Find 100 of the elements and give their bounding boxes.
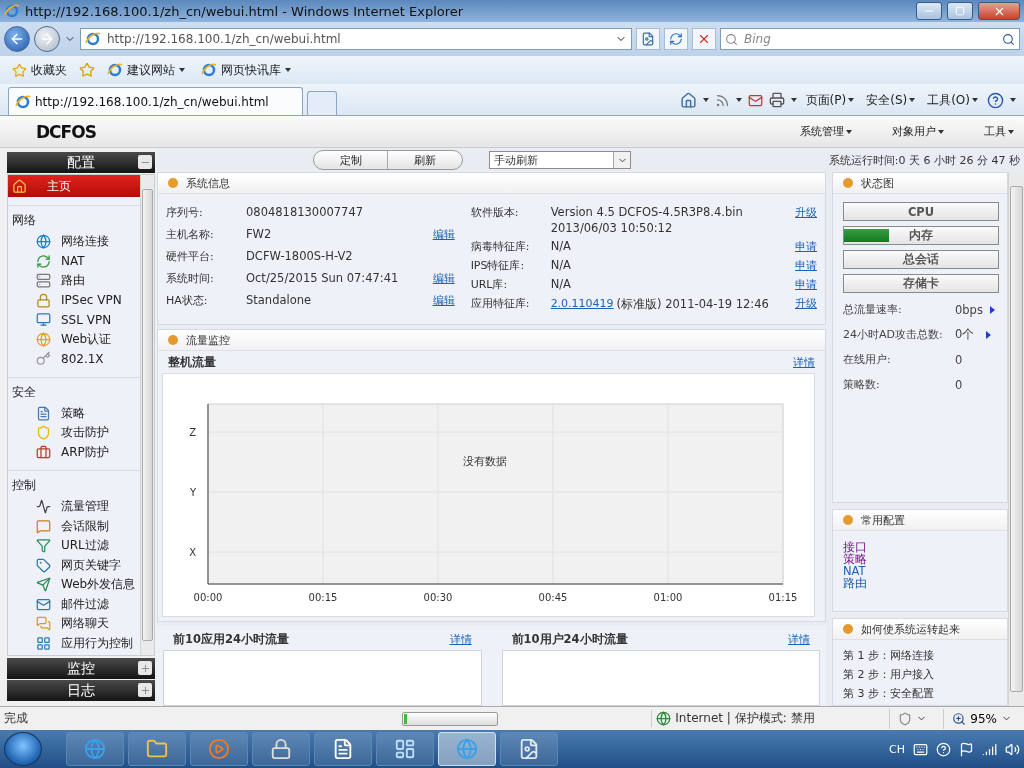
nav-item[interactable]: 应用行为控制 — [8, 633, 140, 653]
feed-icon[interactable] — [714, 92, 730, 108]
nav-item[interactable]: 网络连接 — [8, 232, 140, 252]
taskbar-button[interactable] — [128, 732, 186, 766]
start-button[interactable] — [4, 732, 42, 766]
help-icon[interactable] — [987, 91, 1004, 109]
stop-button[interactable] — [692, 28, 716, 50]
config-link[interactable]: 路由 — [843, 577, 867, 589]
arrow-icon[interactable] — [985, 330, 991, 339]
nav-item[interactable]: 流量管理 — [8, 497, 140, 517]
details-link[interactable]: 详情 — [449, 631, 472, 648]
compatibility-button[interactable] — [636, 28, 660, 50]
bullet-icon — [168, 335, 178, 345]
action-link[interactable]: 编辑 — [432, 270, 455, 287]
toolbar-button[interactable]: 刷新 — [388, 151, 462, 169]
maximize-button[interactable] — [947, 2, 973, 20]
maximize-icon — [955, 6, 965, 16]
back-button[interactable] — [4, 26, 30, 52]
search-field[interactable]: Bing — [742, 31, 998, 47]
config-link[interactable]: 策略 — [843, 553, 867, 565]
browser-logo-icon — [201, 62, 217, 78]
nav-item[interactable]: 攻击防护 — [8, 423, 140, 443]
favorites-link[interactable]: 建议网站 — [103, 59, 189, 81]
taskbar-button[interactable] — [252, 732, 310, 766]
nav-item[interactable]: 会话限制 — [8, 516, 140, 536]
action-link[interactable]: 申请 — [795, 276, 817, 293]
nav-item[interactable]: 网络聊天 — [8, 614, 140, 634]
nav-item[interactable]: 802.1X — [8, 349, 140, 369]
scrollbar[interactable] — [1008, 172, 1024, 706]
toolbar-button[interactable]: 定制 — [314, 151, 388, 169]
info-label: 病毒特征库: — [470, 239, 531, 255]
action-link[interactable]: 编辑 — [432, 226, 455, 243]
status-text: 完成 — [4, 710, 29, 727]
expand-icon[interactable] — [138, 683, 152, 697]
zoom-button[interactable]: 95% — [943, 708, 1020, 729]
home-item[interactable]: 主页 — [8, 175, 140, 197]
axis-label: 00:30 — [423, 592, 453, 603]
minimize-button[interactable] — [916, 2, 942, 20]
section-header[interactable]: 监控 — [7, 658, 155, 679]
menu-item[interactable]: 工具 — [984, 124, 1014, 139]
config-link[interactable]: NAT — [843, 565, 866, 577]
details-link[interactable]: 详情 — [788, 631, 810, 648]
section-header[interactable]: 配置 — [7, 152, 155, 173]
forward-button[interactable] — [34, 26, 60, 52]
volume-icon[interactable] — [1005, 741, 1020, 757]
taskbar-button[interactable] — [500, 732, 558, 766]
nav-item[interactable]: 邮件过滤 — [8, 594, 140, 614]
info-label: URL库: — [470, 277, 509, 293]
favorites-button[interactable]: 收藏夹 — [8, 59, 71, 81]
nav-item[interactable]: ARP防护 — [8, 442, 140, 462]
address-field[interactable]: http://192.168.100.1/zh_cn/webui.html — [105, 31, 611, 47]
command-menu[interactable]: 安全(S) — [863, 89, 919, 111]
close-button[interactable] — [978, 2, 1020, 20]
arrow-icon[interactable] — [989, 305, 995, 314]
nav-item[interactable]: SSL VPN — [8, 310, 140, 330]
menu-item[interactable]: 对象用户 — [892, 124, 944, 139]
action-link[interactable]: 申请 — [795, 238, 817, 255]
nav-item[interactable]: 网页关键字 — [8, 555, 140, 575]
nav-item[interactable]: 策略 — [8, 403, 140, 423]
refresh-select[interactable]: 手动刷新 — [489, 151, 631, 169]
nav-item[interactable]: URL过滤 — [8, 536, 140, 556]
keyboard-icon[interactable] — [913, 741, 928, 757]
section-header[interactable]: 日志 — [7, 680, 155, 701]
config-link[interactable]: 接口 — [843, 541, 867, 553]
nav-item[interactable]: 路由 — [8, 271, 140, 291]
action-link[interactable]: 升级 — [795, 295, 817, 312]
action-link[interactable]: 编辑 — [432, 292, 455, 309]
language-indicator[interactable]: CH — [889, 742, 905, 756]
action-link[interactable]: 升级 — [795, 204, 817, 221]
collapse-icon[interactable] — [138, 155, 152, 169]
address-bar[interactable]: http://192.168.100.1/zh_cn/webui.html — [80, 28, 632, 50]
taskbar-button[interactable] — [314, 732, 372, 766]
bar-label: 存储卡 — [903, 276, 939, 291]
nav-item[interactable]: Web外发信息 — [8, 575, 140, 595]
search-box[interactable]: Bing — [720, 28, 1020, 50]
details-link[interactable]: 详情 — [793, 354, 815, 371]
flag-icon[interactable] — [959, 741, 974, 757]
action-link[interactable]: 申请 — [795, 257, 817, 274]
info-label: 序列号: — [166, 205, 204, 221]
group-title: 网络 — [11, 212, 37, 229]
globe-icon — [36, 331, 51, 347]
home-icon[interactable] — [679, 91, 697, 109]
nav-item[interactable]: Web认证 — [8, 329, 140, 349]
expand-icon[interactable] — [138, 661, 152, 675]
browser-tab[interactable]: http://192.168.100.1/zh_cn/webui.html — [8, 87, 303, 115]
command-menu[interactable]: 工具(O) — [924, 89, 981, 111]
menu-item[interactable]: 系统管理 — [800, 124, 852, 139]
axis-label: X — [189, 547, 196, 558]
printer-icon[interactable] — [768, 92, 785, 108]
taskbar-button[interactable] — [376, 732, 434, 766]
command-menu[interactable]: 页面(P) — [802, 89, 858, 111]
scrollbar[interactable] — [140, 175, 154, 655]
favorites-link[interactable]: 网页快讯库 — [197, 59, 295, 81]
network-icon[interactable] — [982, 741, 997, 757]
nav-item[interactable]: IPSec VPN — [8, 290, 140, 310]
nav-item[interactable]: NAT — [8, 251, 140, 271]
version-link[interactable]: 2.0.110419 — [550, 295, 614, 312]
star-icon[interactable] — [79, 62, 95, 78]
mail-icon[interactable] — [747, 92, 763, 108]
refresh-button[interactable] — [664, 28, 688, 50]
